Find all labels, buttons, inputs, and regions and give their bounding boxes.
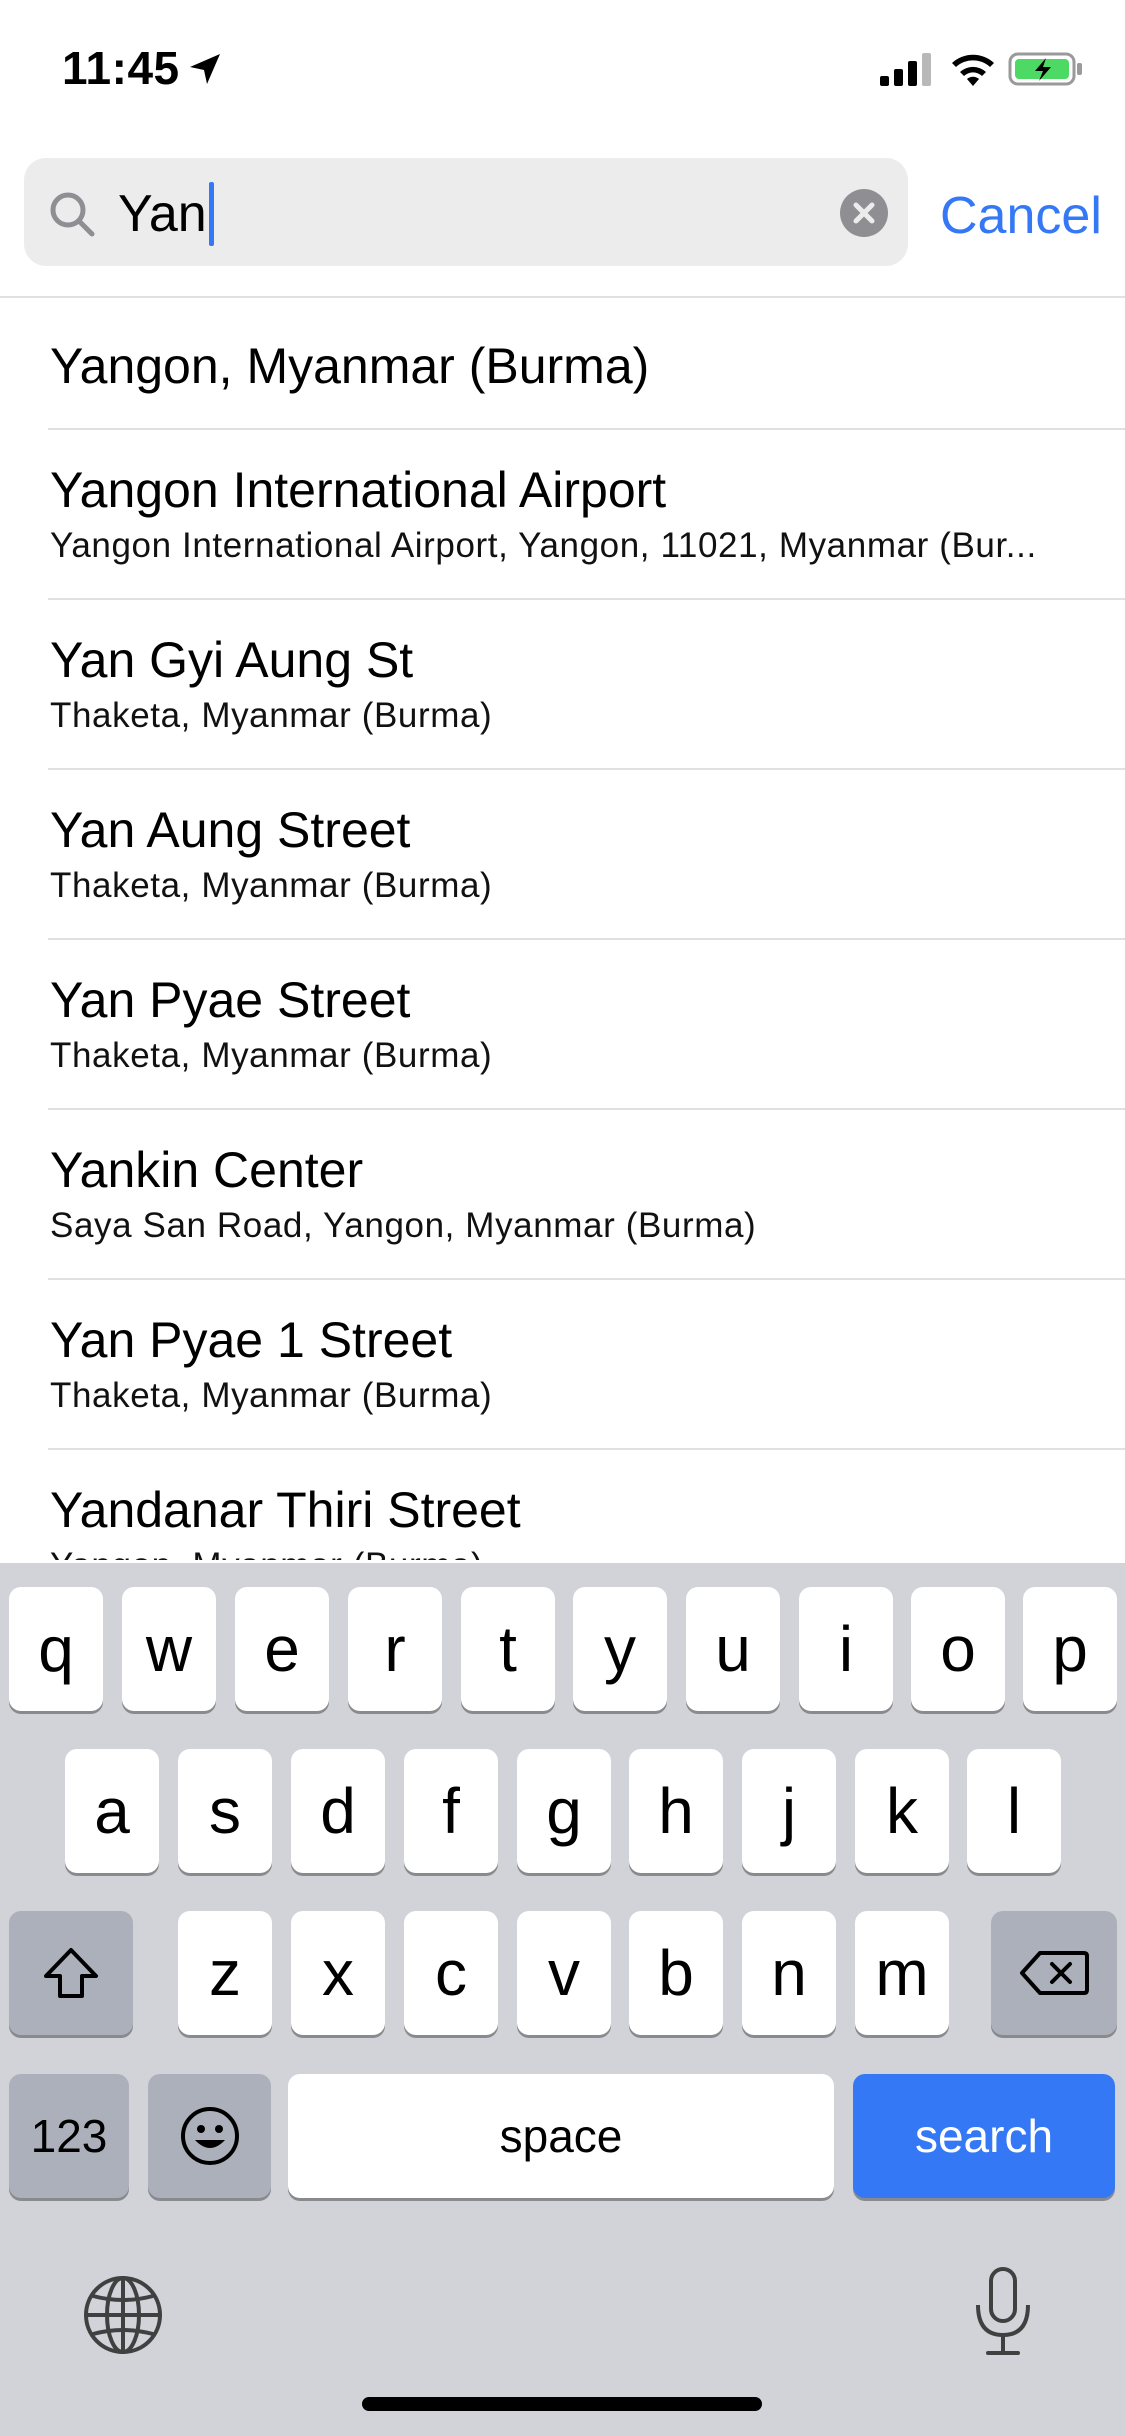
search-query-text: Yan (118, 185, 207, 243)
key-x[interactable]: x (291, 1911, 385, 2035)
key-m[interactable]: m (855, 1911, 949, 2035)
result-subtitle: Yangon, Myanmar (Burma) (50, 1544, 1080, 1560)
clear-text-button[interactable] (840, 189, 888, 237)
key-v[interactable]: v (517, 1911, 611, 2035)
result-title: Yan Pyae 1 Street (50, 1312, 453, 1368)
result-title: Yan Gyi Aung St (50, 632, 414, 688)
key-t[interactable]: t (461, 1587, 555, 1711)
wifi-icon (952, 54, 994, 86)
result-subtitle: Yangon International Airport, Yangon, 11… (50, 526, 1037, 565)
search-result-item[interactable]: Yandanar Thiri Street Yangon, Myanmar (B… (48, 1450, 1125, 1560)
status-bar: 11:45 (0, 0, 1125, 140)
key-j[interactable]: j (742, 1749, 836, 1873)
search-result-item[interactable]: Yankin Center Saya San Road, Yangon, Mya… (48, 1110, 1125, 1280)
result-subtitle: Saya San Road, Yangon, Myanmar (Burma) (50, 1206, 757, 1245)
key-f[interactable]: f (404, 1749, 498, 1873)
search-query: Yan (118, 182, 214, 246)
result-subtitle: Thaketa, Myanmar (Burma) (50, 1036, 493, 1075)
search-input[interactable]: Yan (24, 158, 908, 266)
numbers-key[interactable]: 123 (9, 2074, 129, 2198)
shift-icon (44, 1948, 98, 1998)
search-result-item[interactable]: Yangon, Myanmar (Burma) (48, 298, 1125, 430)
search-key[interactable]: search (853, 2074, 1115, 2198)
microphone-icon[interactable] (968, 2265, 1038, 2359)
key-c[interactable]: c (404, 1911, 498, 2035)
key-q[interactable]: q (9, 1587, 103, 1711)
result-subtitle: Thaketa, Myanmar (Burma) (50, 696, 493, 735)
location-arrow-icon (190, 54, 220, 84)
key-h[interactable]: h (629, 1749, 723, 1873)
key-k[interactable]: k (855, 1749, 949, 1873)
signal-icon (880, 53, 931, 86)
shift-key[interactable] (9, 1911, 133, 2035)
result-title: Yangon International Airport (50, 462, 667, 518)
result-title: Yangon, Myanmar (Burma) (50, 338, 650, 394)
key-s[interactable]: s (178, 1749, 272, 1873)
key-a[interactable]: a (65, 1749, 159, 1873)
globe-icon[interactable] (80, 2272, 166, 2358)
key-p[interactable]: p (1023, 1587, 1117, 1711)
key-b[interactable]: b (629, 1911, 723, 2035)
clear-icon (853, 202, 875, 224)
space-key[interactable]: space (288, 2074, 834, 2198)
result-title: Yankin Center (50, 1142, 364, 1198)
key-w[interactable]: w (122, 1587, 216, 1711)
search-result-item[interactable]: Yangon International Airport Yangon Inte… (48, 430, 1125, 600)
text-caret (208, 182, 214, 246)
search-result-item[interactable]: Yan Gyi Aung St Thaketa, Myanmar (Burma) (48, 600, 1125, 770)
cancel-button[interactable]: Cancel (940, 184, 1102, 248)
search-result-item[interactable]: Yan Pyae 1 Street Thaketa, Myanmar (Burm… (48, 1280, 1125, 1450)
key-r[interactable]: r (348, 1587, 442, 1711)
key-u[interactable]: u (686, 1587, 780, 1711)
delete-key[interactable] (991, 1911, 1117, 2035)
search-result-item[interactable]: Yan Aung Street Thaketa, Myanmar (Burma) (48, 770, 1125, 940)
screen: 11:45 Yan Cancel Yangon, Myanmar (Burma)… (0, 0, 1125, 2436)
key-y[interactable]: y (573, 1587, 667, 1711)
search-results-list: Yangon, Myanmar (Burma) Yangon Internati… (0, 298, 1125, 1560)
result-title: Yandanar Thiri Street (50, 1482, 521, 1538)
result-title: Yan Aung Street (50, 802, 411, 858)
result-subtitle: Thaketa, Myanmar (Burma) (50, 866, 493, 905)
search-header: Yan Cancel (0, 140, 1125, 298)
key-g[interactable]: g (517, 1749, 611, 1873)
emoji-icon (180, 2107, 239, 2165)
key-d[interactable]: d (291, 1749, 385, 1873)
result-subtitle: Thaketa, Myanmar (Burma) (50, 1376, 493, 1415)
key-n[interactable]: n (742, 1911, 836, 2035)
result-title: Yan Pyae Street (50, 972, 411, 1028)
key-o[interactable]: o (911, 1587, 1005, 1711)
search-icon (50, 192, 95, 237)
key-i[interactable]: i (799, 1587, 893, 1711)
key-e[interactable]: e (235, 1587, 329, 1711)
key-l[interactable]: l (967, 1749, 1061, 1873)
search-result-item[interactable]: Yan Pyae Street Thaketa, Myanmar (Burma) (48, 940, 1125, 1110)
delete-icon (1020, 1951, 1089, 1995)
status-time: 11:45 (62, 42, 180, 94)
key-z[interactable]: z (178, 1911, 272, 2035)
battery-charging-icon (1008, 52, 1082, 86)
keyboard: q w e r t y u i o p a s d f g h j k l z … (0, 1563, 1125, 2436)
home-indicator[interactable] (362, 2397, 762, 2411)
emoji-key[interactable] (148, 2074, 271, 2198)
